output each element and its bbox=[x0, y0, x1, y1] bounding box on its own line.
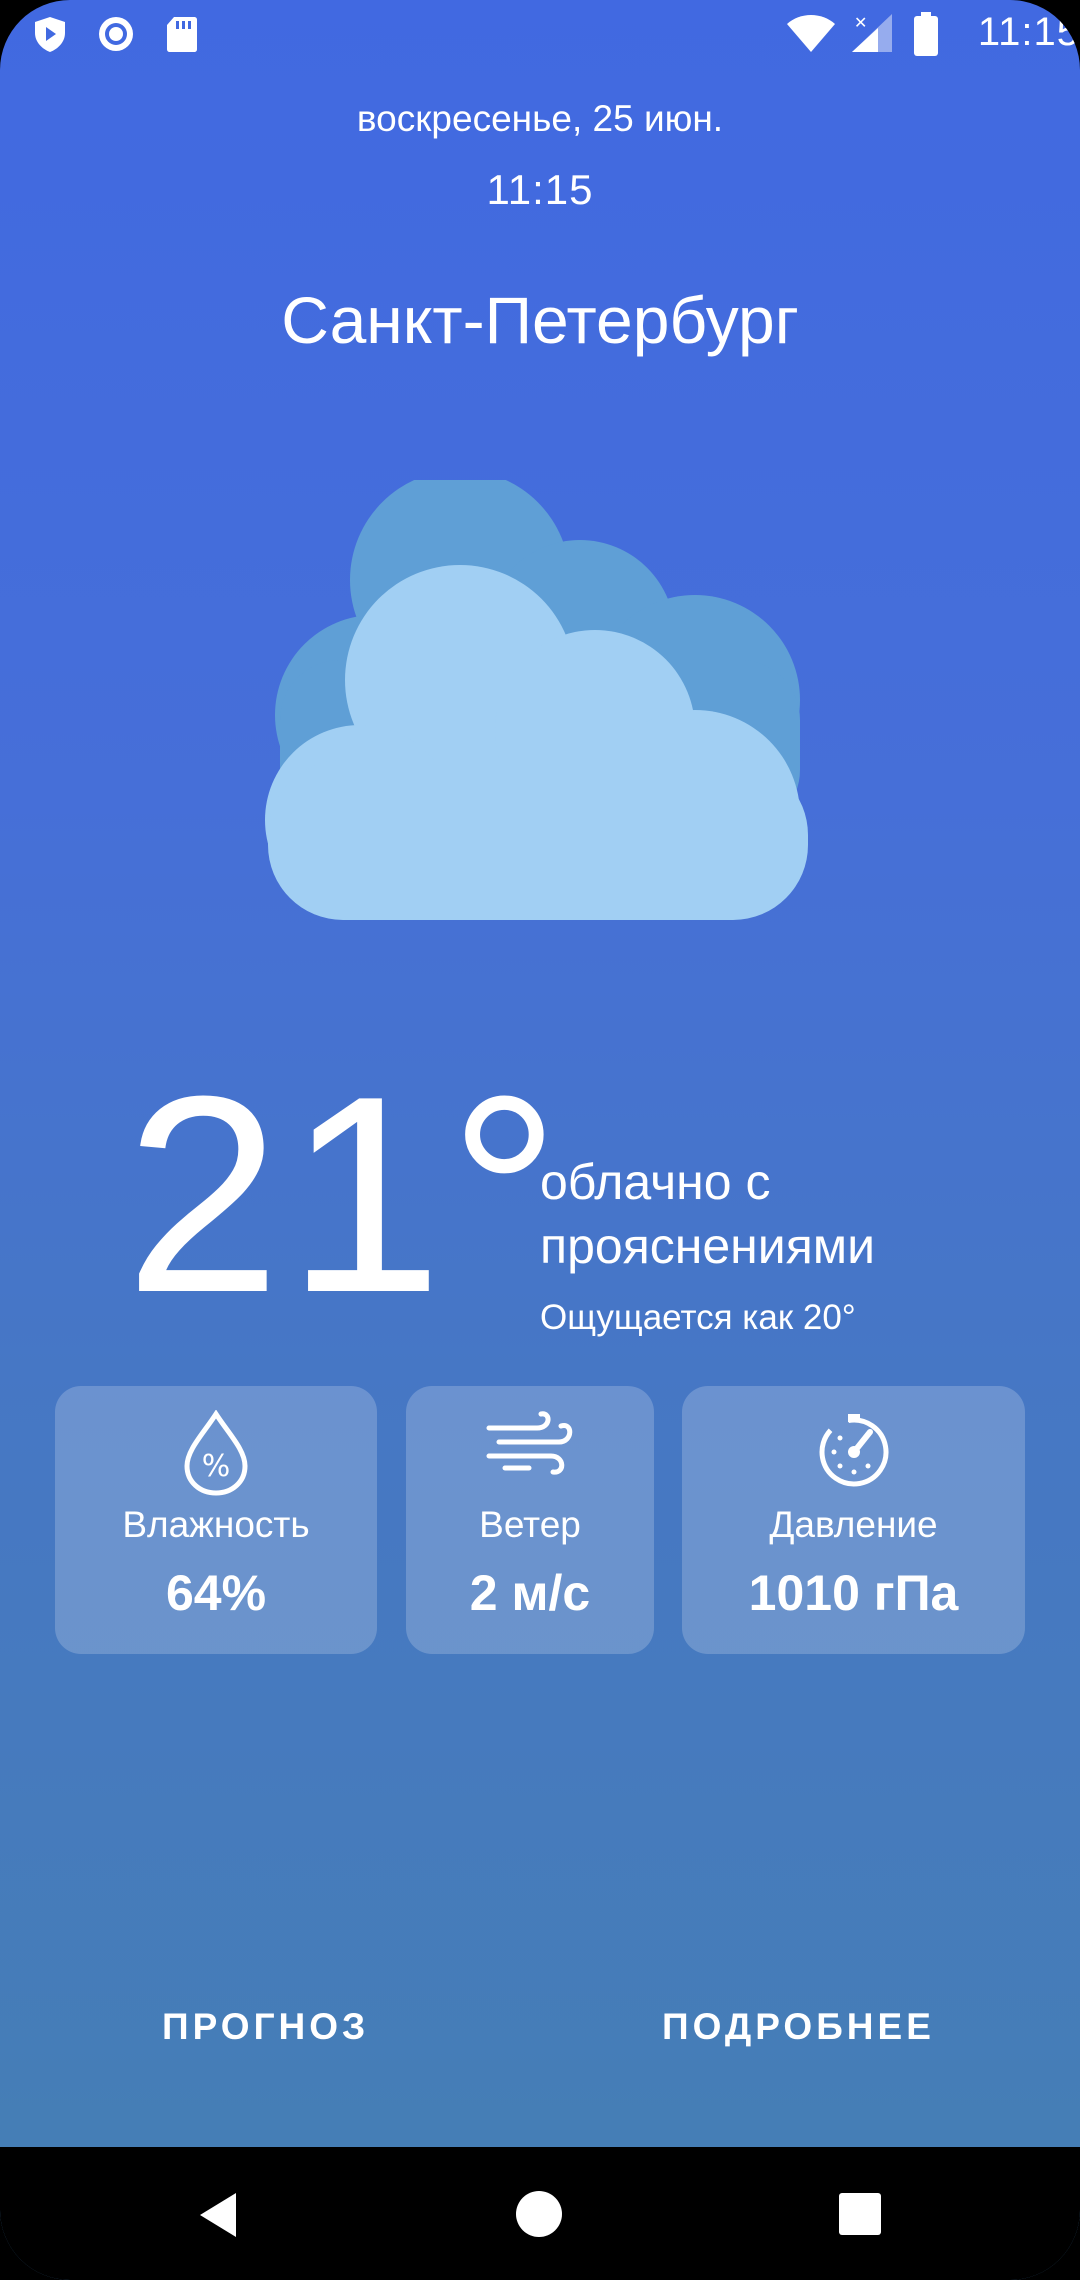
signal-icon: ✕ bbox=[850, 12, 894, 59]
temperature: 21° bbox=[125, 1039, 567, 1351]
wind-icon bbox=[485, 1410, 575, 1485]
back-icon[interactable] bbox=[196, 2191, 240, 2244]
humidity-value: 64% bbox=[165, 1565, 267, 1621]
details-button[interactable]: ПОДРОБНЕЕ bbox=[662, 2006, 935, 2048]
status-time: 11:15 bbox=[977, 10, 1080, 54]
status-bar: ✕ 11:15 bbox=[0, 0, 1080, 70]
svg-text:✕: ✕ bbox=[854, 13, 867, 32]
weather-description: облачно с прояснениями bbox=[540, 1154, 876, 1274]
shield-play-icon bbox=[30, 14, 70, 59]
pressure-label: Давление bbox=[769, 1504, 938, 1545]
record-icon bbox=[96, 14, 136, 59]
humidity-label: Влажность bbox=[122, 1504, 310, 1545]
wifi-icon bbox=[785, 12, 837, 59]
weather-screen: ✕ 11:15 воскресенье, 25 июн. 11:15 Санкт… bbox=[0, 0, 1080, 2280]
forecast-button[interactable]: ПРОГНОЗ bbox=[162, 2006, 369, 2048]
wind-label: Ветер bbox=[479, 1504, 581, 1545]
recents-icon[interactable] bbox=[838, 2192, 882, 2241]
svg-text:%: % bbox=[202, 1449, 231, 1484]
feels-like: Ощущается как 20° bbox=[540, 1298, 856, 1337]
battery-icon bbox=[912, 12, 940, 61]
humidity-drop-icon: % bbox=[181, 1409, 251, 1501]
city-name[interactable]: Санкт-Петербург bbox=[0, 282, 1080, 358]
pressure-gauge-icon bbox=[814, 1410, 894, 1495]
wind-value: 2 м/с bbox=[469, 1565, 591, 1621]
current-date: воскресенье, 25 июн. bbox=[356, 98, 724, 139]
pressure-value: 1010 гПа bbox=[748, 1565, 959, 1621]
cloud-icon bbox=[260, 470, 820, 930]
current-time: 11:15 bbox=[486, 166, 594, 213]
wind-card[interactable]: Ветер 2 м/с bbox=[406, 1386, 654, 1654]
humidity-card[interactable]: % Влажность 64% bbox=[55, 1386, 377, 1654]
home-icon[interactable] bbox=[515, 2190, 563, 2243]
navigation-bar bbox=[0, 2147, 1080, 2280]
sd-card-icon bbox=[162, 14, 202, 59]
pressure-card[interactable]: Давление 1010 гПа bbox=[682, 1386, 1025, 1654]
